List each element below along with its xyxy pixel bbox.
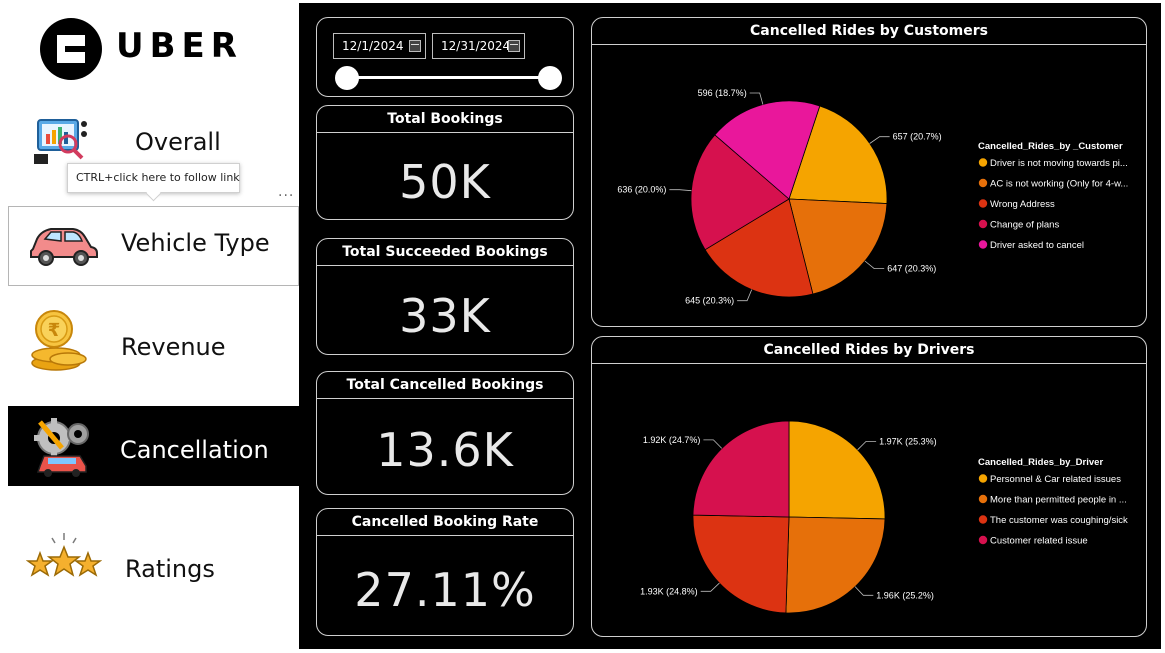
pie-chart-drivers: 1.97K (25.3%) 1.96K (25.2%) 1.93K (24.8%) 1…: [640, 420, 1128, 614]
nav-label-overall: Overall: [135, 128, 221, 156]
legend-item-label[interactable]: The customer was coughing/sick: [990, 515, 1128, 526]
leader-line: [700, 582, 720, 592]
slice-data-label: 636 (20.0%): [617, 185, 666, 195]
nav-label-revenue: Revenue: [121, 333, 226, 361]
tooltip-text: CTRL+click here to follow link: [76, 171, 240, 184]
kpi-label: Total Bookings: [317, 106, 573, 133]
leader-line: [857, 441, 877, 451]
legend-item-label[interactable]: More than permitted people in ...: [990, 495, 1127, 506]
nav-item-cancellation[interactable]: Cancellation: [8, 406, 299, 486]
slice-data-label: 1.93K (24.8%): [640, 586, 698, 596]
nav-label-cancellation: Cancellation: [120, 436, 269, 464]
leader-line: [669, 189, 692, 192]
legend-marker[interactable]: [978, 158, 988, 167]
nav-item-vehicle-type[interactable]: Vehicle Type: [8, 206, 299, 286]
chart-panel-customers: Cancelled Rides by Customers 657 (20.7%)…: [591, 17, 1147, 327]
kpi-label: Total Succeeded Bookings: [317, 239, 573, 266]
chart-title: Cancelled Rides by Customers: [592, 18, 1146, 45]
slice-data-label: 647 (20.3%): [887, 264, 936, 274]
kpi-card-cancelled-bookings: Total Cancelled Bookings 13.6K: [316, 371, 574, 495]
kpi-value: 50K: [399, 155, 491, 209]
kpi-label: Total Cancelled Bookings: [317, 372, 573, 399]
chart-panel-drivers: Cancelled Rides by Drivers 1.97K (25.3%)…: [591, 336, 1147, 637]
legend-marker[interactable]: [978, 178, 988, 188]
legend-marker[interactable]: [978, 474, 988, 483]
rupee-coins-icon: ₹: [31, 310, 87, 371]
start-date-input[interactable]: 12/1/2024: [333, 33, 426, 59]
end-date-input[interactable]: 12/31/2024: [432, 33, 525, 59]
pie-slice[interactable]: [785, 516, 886, 614]
legend-marker[interactable]: [978, 515, 988, 524]
nav-label-vehicle-type: Vehicle Type: [121, 229, 270, 257]
leader-line: [869, 136, 890, 144]
legend-title: Cancelled_Rides_by _Customer: [978, 141, 1123, 152]
date-slider-end-handle[interactable]: [538, 66, 562, 90]
date-slider-start-handle[interactable]: [335, 66, 359, 90]
leader-line: [703, 439, 723, 449]
kpi-value: 13.6K: [376, 423, 514, 477]
legend-title: Cancelled_Rides_by_Driver: [978, 457, 1103, 468]
legend-item-label[interactable]: Driver is not moving towards pi...: [990, 158, 1128, 169]
end-date-value: 12/31/2024: [441, 39, 511, 53]
kpi-card-total-bookings: Total Bookings 50K: [316, 105, 574, 220]
slice-data-label: 645 (20.3%): [685, 296, 734, 306]
legend-marker[interactable]: [978, 219, 988, 229]
legend-item-label[interactable]: Change of plans: [990, 220, 1059, 231]
slice-data-label: 1.96K (25.2%): [876, 590, 934, 600]
slice-data-label: 657 (20.7%): [893, 132, 942, 142]
three-stars-icon: [26, 533, 102, 577]
calendar-icon[interactable]: [508, 40, 520, 52]
legend-marker[interactable]: [978, 240, 988, 249]
legend-item-label[interactable]: Customer related issue: [990, 536, 1088, 547]
svg-text:₹: ₹: [48, 320, 61, 341]
pie-slice[interactable]: [692, 514, 790, 614]
calendar-icon[interactable]: [409, 40, 421, 52]
leader-line: [749, 92, 764, 105]
legend-marker[interactable]: [978, 199, 988, 208]
legend-item-label[interactable]: Personnel & Car related issues: [990, 474, 1121, 485]
nav-item-ratings[interactable]: Ratings: [8, 527, 299, 607]
legend-item-label[interactable]: AC is not working (Only for 4-w...: [990, 179, 1128, 190]
slice-data-label: 1.92K (24.7%): [643, 435, 701, 445]
leader-line: [864, 260, 885, 270]
slice-data-label: 596 (18.7%): [698, 88, 747, 98]
pie-slice[interactable]: [692, 420, 790, 518]
kpi-label: Cancelled Booking Rate: [317, 509, 573, 536]
more-options-icon[interactable]: ...: [278, 184, 294, 200]
kpi-card-cancelled-rate: Cancelled Booking Rate 27.11%: [316, 508, 574, 636]
legend-item-label[interactable]: Wrong Address: [990, 199, 1055, 210]
legend-marker[interactable]: [978, 535, 988, 545]
sidebar-nav: UBER Overall Vehicle Type ₹ Revenue Canc…: [0, 0, 299, 653]
nav-item-revenue[interactable]: ₹ Revenue: [8, 303, 299, 383]
leader-line: [737, 289, 753, 302]
kpi-value: 27.11%: [354, 563, 536, 617]
car-repair-gear-icon: [34, 418, 89, 477]
legend-marker[interactable]: [978, 494, 988, 504]
kpi-value: 33K: [399, 289, 491, 343]
follow-link-tooltip: CTRL+click here to follow link: [67, 163, 240, 193]
car-icon: [30, 228, 98, 266]
pie-slice[interactable]: [788, 420, 886, 520]
brand-name: UBER: [116, 26, 243, 66]
nav-label-ratings: Ratings: [125, 555, 215, 583]
leader-line: [854, 586, 874, 596]
uber-logo: UBER: [40, 18, 260, 82]
pie-chart-customers: 657 (20.7%) 647 (20.3%) 645 (20.3%) 636 (20…: [617, 88, 1128, 306]
chart-title: Cancelled Rides by Drivers: [592, 337, 1146, 364]
uber-logo-icon: [40, 18, 102, 80]
kpi-card-succeeded-bookings: Total Succeeded Bookings 33K: [316, 238, 574, 355]
dashboard-canvas: 12/1/2024 12/31/2024 Total Bookings 50K …: [299, 3, 1161, 649]
legend-item-label[interactable]: Driver asked to cancel: [990, 240, 1084, 251]
slice-data-label: 1.97K (25.3%): [879, 436, 937, 446]
start-date-value: 12/1/2024: [342, 39, 404, 53]
date-slider-track[interactable]: [347, 76, 550, 79]
